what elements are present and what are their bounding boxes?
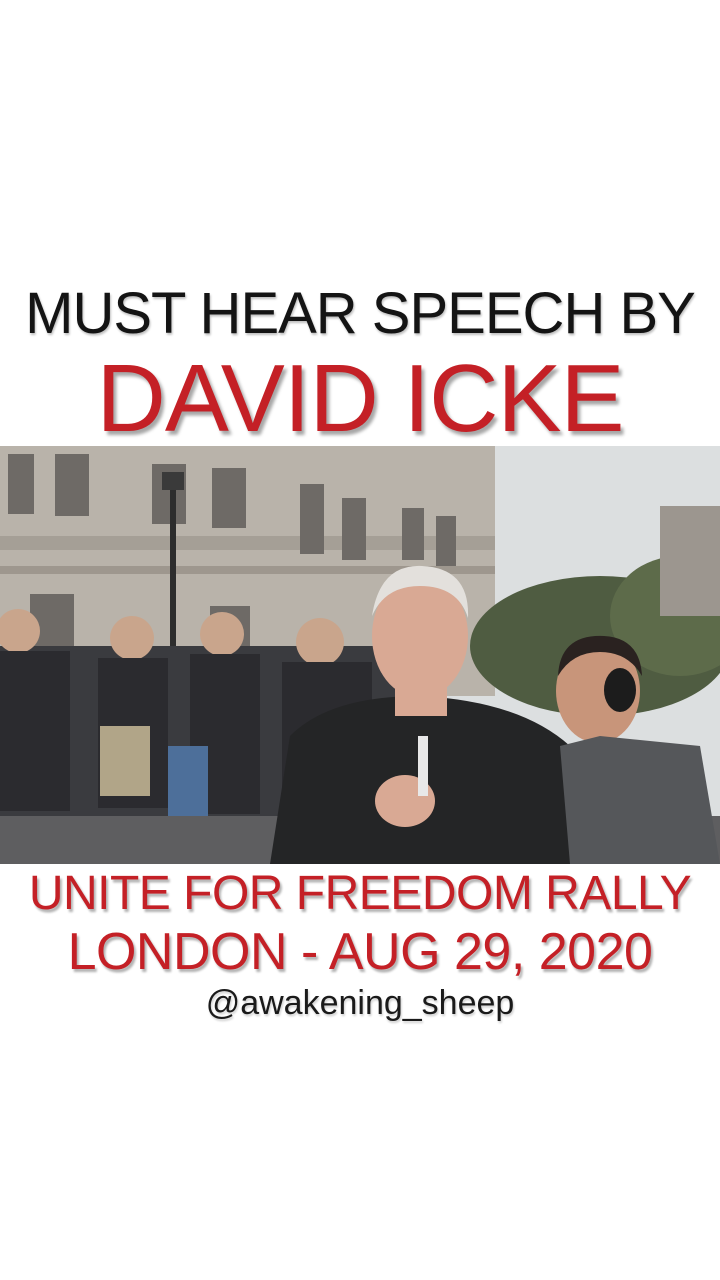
video-frame[interactable] (0, 446, 720, 864)
headline-speaker-name: DAVID ICKE (96, 345, 625, 452)
rally-location-date-caption: LONDON - AUG 29, 2020 (67, 923, 653, 981)
rally-name-caption: UNITE FOR FREEDOM RALLY (28, 867, 692, 920)
headline-line-1: MUST HEAR SPEECH BY (25, 281, 696, 346)
account-handle: @awakening_sheep (205, 984, 515, 1022)
rally-scene-image (0, 446, 720, 864)
